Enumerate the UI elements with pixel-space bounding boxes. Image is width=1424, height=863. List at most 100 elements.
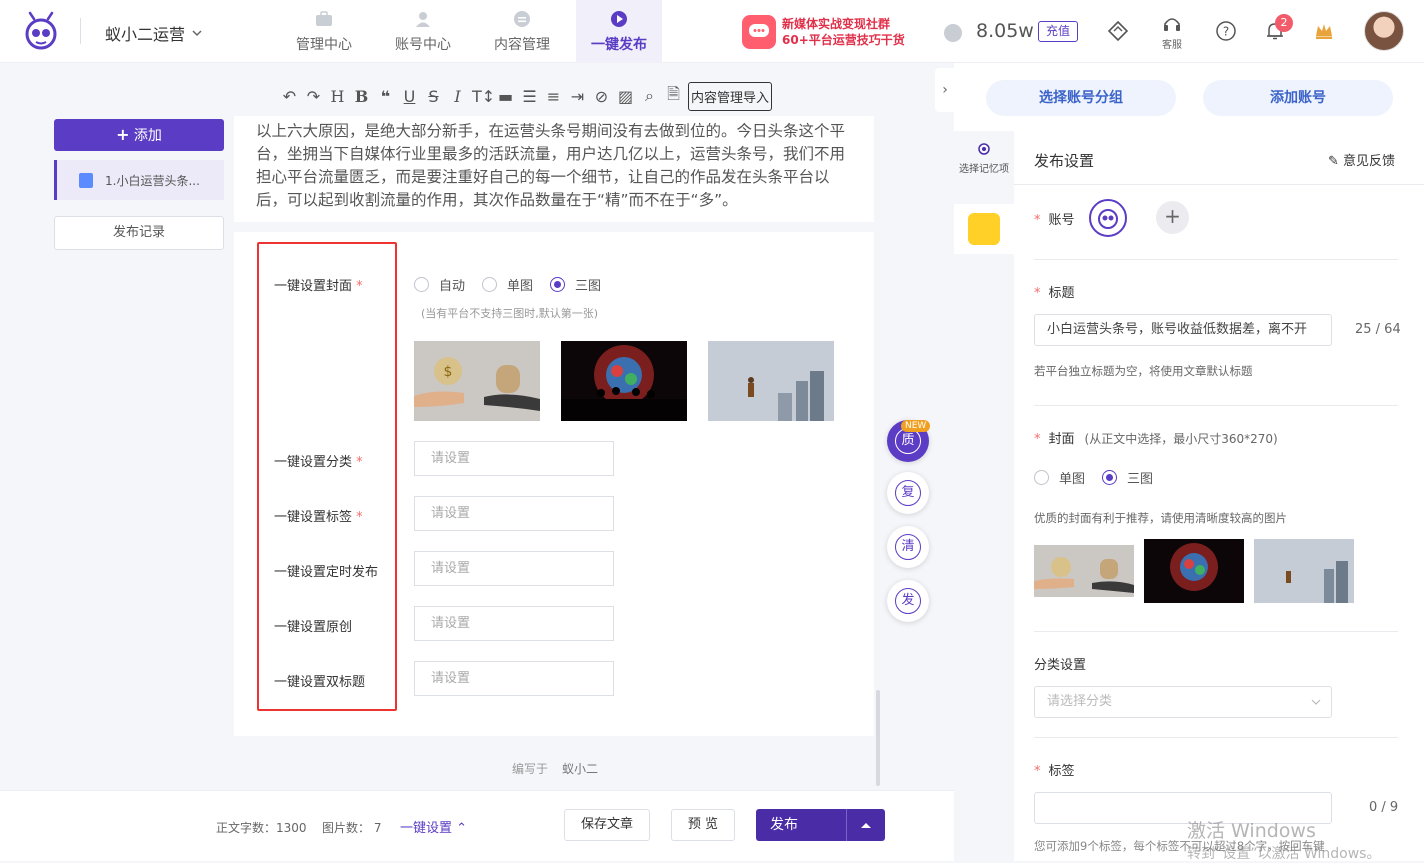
caret-up-icon — [861, 823, 871, 828]
cover-option-auto[interactable]: 自动 — [414, 275, 465, 294]
nav-account-center[interactable]: 账号中心 — [378, 0, 468, 63]
double-title-setting-input[interactable]: 请设置 — [414, 661, 614, 696]
divider — [1014, 184, 1424, 185]
svg-text:?: ? — [1223, 25, 1229, 39]
text-size-icon[interactable]: T↕ — [472, 87, 495, 106]
strikethrough-icon[interactable]: S — [424, 87, 443, 106]
title-label: * 标题 — [1034, 286, 1075, 301]
divider — [1034, 737, 1398, 738]
windows-activation-watermark: 激活 Windows — [1187, 820, 1316, 842]
schedule-setting-label: 一键设置定时发布 — [274, 565, 379, 580]
divider-icon[interactable]: ▬ — [496, 87, 515, 106]
publish-icon: 发 — [895, 588, 921, 614]
crown-icon[interactable] — [1313, 20, 1335, 42]
coin-icon — [944, 24, 962, 42]
duplicate-icon: 复 — [895, 480, 921, 506]
nav-management-center[interactable]: 管理中心 — [279, 0, 369, 63]
category-placeholder: 请选择分类 — [1047, 694, 1113, 709]
right-cover-image-3[interactable] — [1254, 539, 1354, 603]
import-doc-icon[interactable]: 🗎 — [664, 83, 683, 110]
clear-icon: 清 — [895, 534, 921, 560]
user-avatar[interactable] — [1364, 11, 1404, 51]
cover-image-3[interactable] — [708, 341, 834, 421]
article-title: 1.小白运营头条... — [105, 173, 200, 188]
indent-icon[interactable]: ⇥ — [568, 87, 587, 106]
account-logo-icon — [1098, 209, 1118, 229]
cover-image-2[interactable] — [561, 341, 687, 421]
save-article-button[interactable]: 保存文章 — [564, 809, 650, 841]
recharge-button[interactable]: 充值 — [1038, 21, 1078, 42]
cover-option-single[interactable]: 单图 — [482, 275, 533, 294]
tags-setting-input[interactable]: 请设置 — [414, 496, 614, 531]
right-cover-image-2[interactable] — [1144, 539, 1244, 603]
image-icon[interactable]: ▨ — [616, 87, 635, 106]
pencil-icon: ✎ — [1328, 154, 1339, 169]
clear-format-icon[interactable]: ⊘ — [592, 87, 611, 106]
notification-badge: 2 — [1275, 14, 1293, 32]
promo-line-2: 60+平台运营技巧干货 — [782, 33, 905, 47]
underline-icon[interactable]: U — [400, 87, 419, 106]
publish-records-button[interactable]: 发布记录 — [54, 216, 224, 250]
memory-settings-button[interactable]: 选择记忆项 — [954, 131, 1014, 183]
nav-one-click-publish[interactable]: 一键发布 — [576, 0, 662, 63]
quote-icon[interactable]: ❝ — [376, 87, 395, 106]
publish-button[interactable]: 发布 — [756, 809, 885, 841]
cover-option-triple[interactable]: 三图 — [550, 275, 601, 294]
publish-quick-button[interactable]: 发 — [887, 580, 929, 622]
right-cover-option-triple[interactable]: 三图 — [1102, 468, 1153, 487]
help-icon[interactable]: ? — [1215, 20, 1237, 42]
nav-label: 一键发布 — [591, 37, 647, 53]
add-article-button[interactable]: + 添加 — [54, 119, 224, 151]
list-icon[interactable]: ☰ — [520, 87, 539, 106]
add-account-plus-button[interactable]: + — [1156, 201, 1189, 234]
nav-content-management[interactable]: 内容管理 — [477, 0, 567, 63]
align-icon[interactable]: ≡ — [544, 87, 563, 106]
publish-options-toggle[interactable] — [846, 809, 885, 841]
tags-count: 0 / 9 — [1369, 800, 1399, 815]
promo-banner[interactable]: 新媒体实战变现社群 60+平台运营技巧干货 — [742, 14, 917, 50]
toggle-label: 一键设置 — [400, 821, 453, 836]
customer-service-button[interactable]: 客服 — [1158, 16, 1186, 51]
collapse-panel-toggle[interactable]: › — [935, 68, 955, 112]
workspace-switcher[interactable]: 蚁小二运营 — [105, 21, 203, 45]
platform-tab-qq[interactable] — [954, 204, 1014, 254]
title-input[interactable]: 小白运营头条号，账号收益低数据差，离不开 — [1034, 314, 1332, 346]
app-logo-icon[interactable] — [20, 10, 62, 52]
heading-icon[interactable]: H — [328, 87, 347, 106]
option-label: 单图 — [1059, 472, 1086, 487]
right-cover-option-single[interactable]: 单图 — [1034, 468, 1085, 487]
right-cover-image-1[interactable] — [1034, 539, 1134, 603]
radio-icon — [414, 277, 429, 292]
redo-icon[interactable]: ↷ — [304, 87, 323, 106]
category-select[interactable]: 请选择分类 — [1034, 686, 1332, 718]
editor-scrollbar[interactable] — [876, 690, 880, 786]
article-list-item[interactable]: 1.小白运营头条... — [54, 160, 224, 200]
clear-button[interactable]: 清 — [887, 526, 929, 568]
italic-icon[interactable]: I — [448, 87, 467, 106]
feedback-button[interactable]: ✎ 意见反馈 — [1328, 150, 1395, 169]
diamond-icon[interactable] — [1107, 20, 1129, 42]
divider — [1034, 259, 1398, 260]
chat-icon — [742, 15, 776, 49]
add-account-button[interactable]: 添加账号 — [1203, 80, 1393, 116]
preview-button[interactable]: 预 览 — [671, 809, 735, 841]
article-body-text[interactable]: 以上六大原因，是绝大部分新手，在运营头条号期间没有去做到位的。今日头条这个平台，… — [234, 116, 874, 222]
search-icon[interactable]: ⌕ — [640, 86, 659, 106]
user-icon — [416, 12, 430, 27]
chevron-down-icon — [192, 30, 202, 37]
bold-icon[interactable]: B — [352, 87, 371, 106]
original-setting-input[interactable]: 请设置 — [414, 606, 614, 641]
select-account-group-button[interactable]: 选择账号分组 — [986, 80, 1176, 116]
category-setting-input[interactable]: 请设置 — [414, 441, 614, 476]
undo-icon[interactable]: ↶ — [280, 87, 299, 106]
cover-image-1[interactable]: $ — [414, 341, 540, 421]
schedule-setting-input[interactable]: 请设置 — [414, 551, 614, 586]
import-from-content-button[interactable]: 内容管理导入 — [688, 81, 773, 111]
tags-label: * 标签 — [1034, 764, 1075, 779]
duplicate-check-button[interactable]: 复 — [887, 472, 929, 514]
selected-account-avatar[interactable] — [1089, 199, 1127, 237]
chevron-up-icon: ⌃ — [456, 821, 468, 836]
one-click-settings-toggle[interactable]: 一键设置 ⌃ — [400, 817, 467, 836]
document-icon — [79, 172, 93, 188]
settings-icon — [978, 143, 990, 155]
